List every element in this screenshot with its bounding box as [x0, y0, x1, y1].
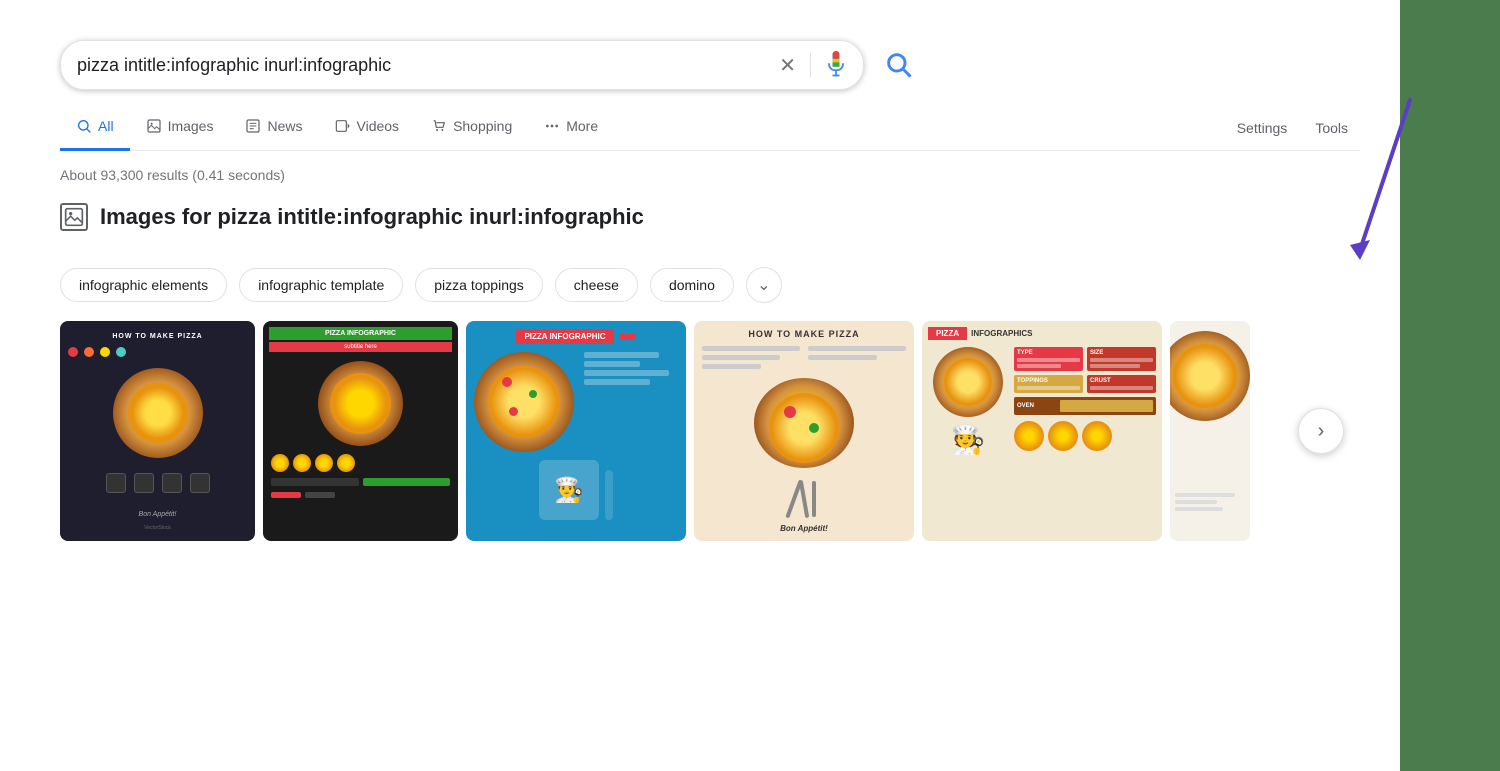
image-card-3[interactable]: PIZZA INFOGRAPHIC	[466, 321, 686, 541]
chip-pizza-toppings[interactable]: pizza toppings	[415, 268, 543, 302]
search-input[interactable]	[77, 55, 779, 76]
image-section-icon	[60, 203, 88, 231]
chevron-down-icon: ⌄	[757, 275, 770, 295]
results-count: About 93,300 results (0.41 seconds)	[60, 167, 1360, 183]
images-section-header: Images for pizza intitle:infographic inu…	[60, 203, 1360, 249]
chip-cheese[interactable]: cheese	[555, 268, 638, 302]
right-sidebar	[1400, 0, 1500, 771]
tab-news[interactable]: News	[229, 106, 318, 151]
tab-videos[interactable]: Videos	[319, 106, 416, 151]
image-card-6[interactable]	[1170, 321, 1250, 541]
image-tab-icon	[146, 118, 162, 134]
tab-shopping[interactable]: Shopping	[415, 106, 528, 151]
tab-all-label: All	[98, 118, 114, 134]
next-image-button[interactable]: ›	[1298, 408, 1344, 454]
search-icons: ✕	[779, 51, 847, 79]
settings-link[interactable]: Settings	[1225, 108, 1300, 148]
search-icon	[884, 50, 912, 78]
expand-chips-button[interactable]: ⌄	[746, 267, 782, 303]
tab-more-label: More	[566, 118, 598, 134]
image-card-2[interactable]: PIZZA INFOGRAPHIC subtitle here	[263, 321, 458, 541]
image-grid: HOW TO MAKE PIZZA	[60, 321, 1360, 541]
tab-images[interactable]: Images	[130, 106, 230, 151]
chip-infographic-elements[interactable]: infographic elements	[60, 268, 227, 302]
image-grid-wrapper: HOW TO MAKE PIZZA	[60, 321, 1360, 541]
tab-all[interactable]: All	[60, 106, 130, 151]
images-section-title: Images for pizza intitle:infographic inu…	[100, 204, 644, 230]
divider	[810, 53, 811, 77]
shopping-tab-icon	[431, 118, 447, 134]
nav-tabs: All Images News	[60, 106, 1360, 151]
tab-videos-label: Videos	[357, 118, 400, 134]
image-card-5[interactable]: PIZZA INFOGRAPHICS 🧑‍🍳	[922, 321, 1162, 541]
search-bar: ✕	[60, 40, 920, 90]
tab-images-label: Images	[168, 118, 214, 134]
search-input-container: ✕	[60, 40, 864, 90]
tab-more[interactable]: More	[528, 106, 614, 151]
dots-tab-icon	[544, 118, 560, 134]
search-tab-icon	[76, 118, 92, 134]
clear-icon[interactable]: ✕	[779, 53, 796, 78]
image-card-1[interactable]: HOW TO MAKE PIZZA	[60, 321, 255, 541]
news-tab-icon	[245, 118, 261, 134]
videos-tab-icon	[335, 118, 351, 134]
tab-news-label: News	[267, 118, 302, 134]
chip-domino[interactable]: domino	[650, 268, 734, 302]
arrow-annotation	[1340, 80, 1430, 280]
tab-shopping-label: Shopping	[453, 118, 512, 134]
chevron-right-icon: ›	[1318, 420, 1325, 443]
image-card-4[interactable]: HOW TO MAKE PIZZA	[694, 321, 914, 541]
search-button[interactable]	[876, 42, 920, 89]
filter-chips: infographic elements infographic templat…	[60, 267, 1360, 303]
images-header-inner[interactable]: Images for pizza intitle:infographic inu…	[60, 203, 644, 231]
chip-infographic-template[interactable]: infographic template	[239, 268, 403, 302]
mic-icon[interactable]	[825, 51, 847, 79]
